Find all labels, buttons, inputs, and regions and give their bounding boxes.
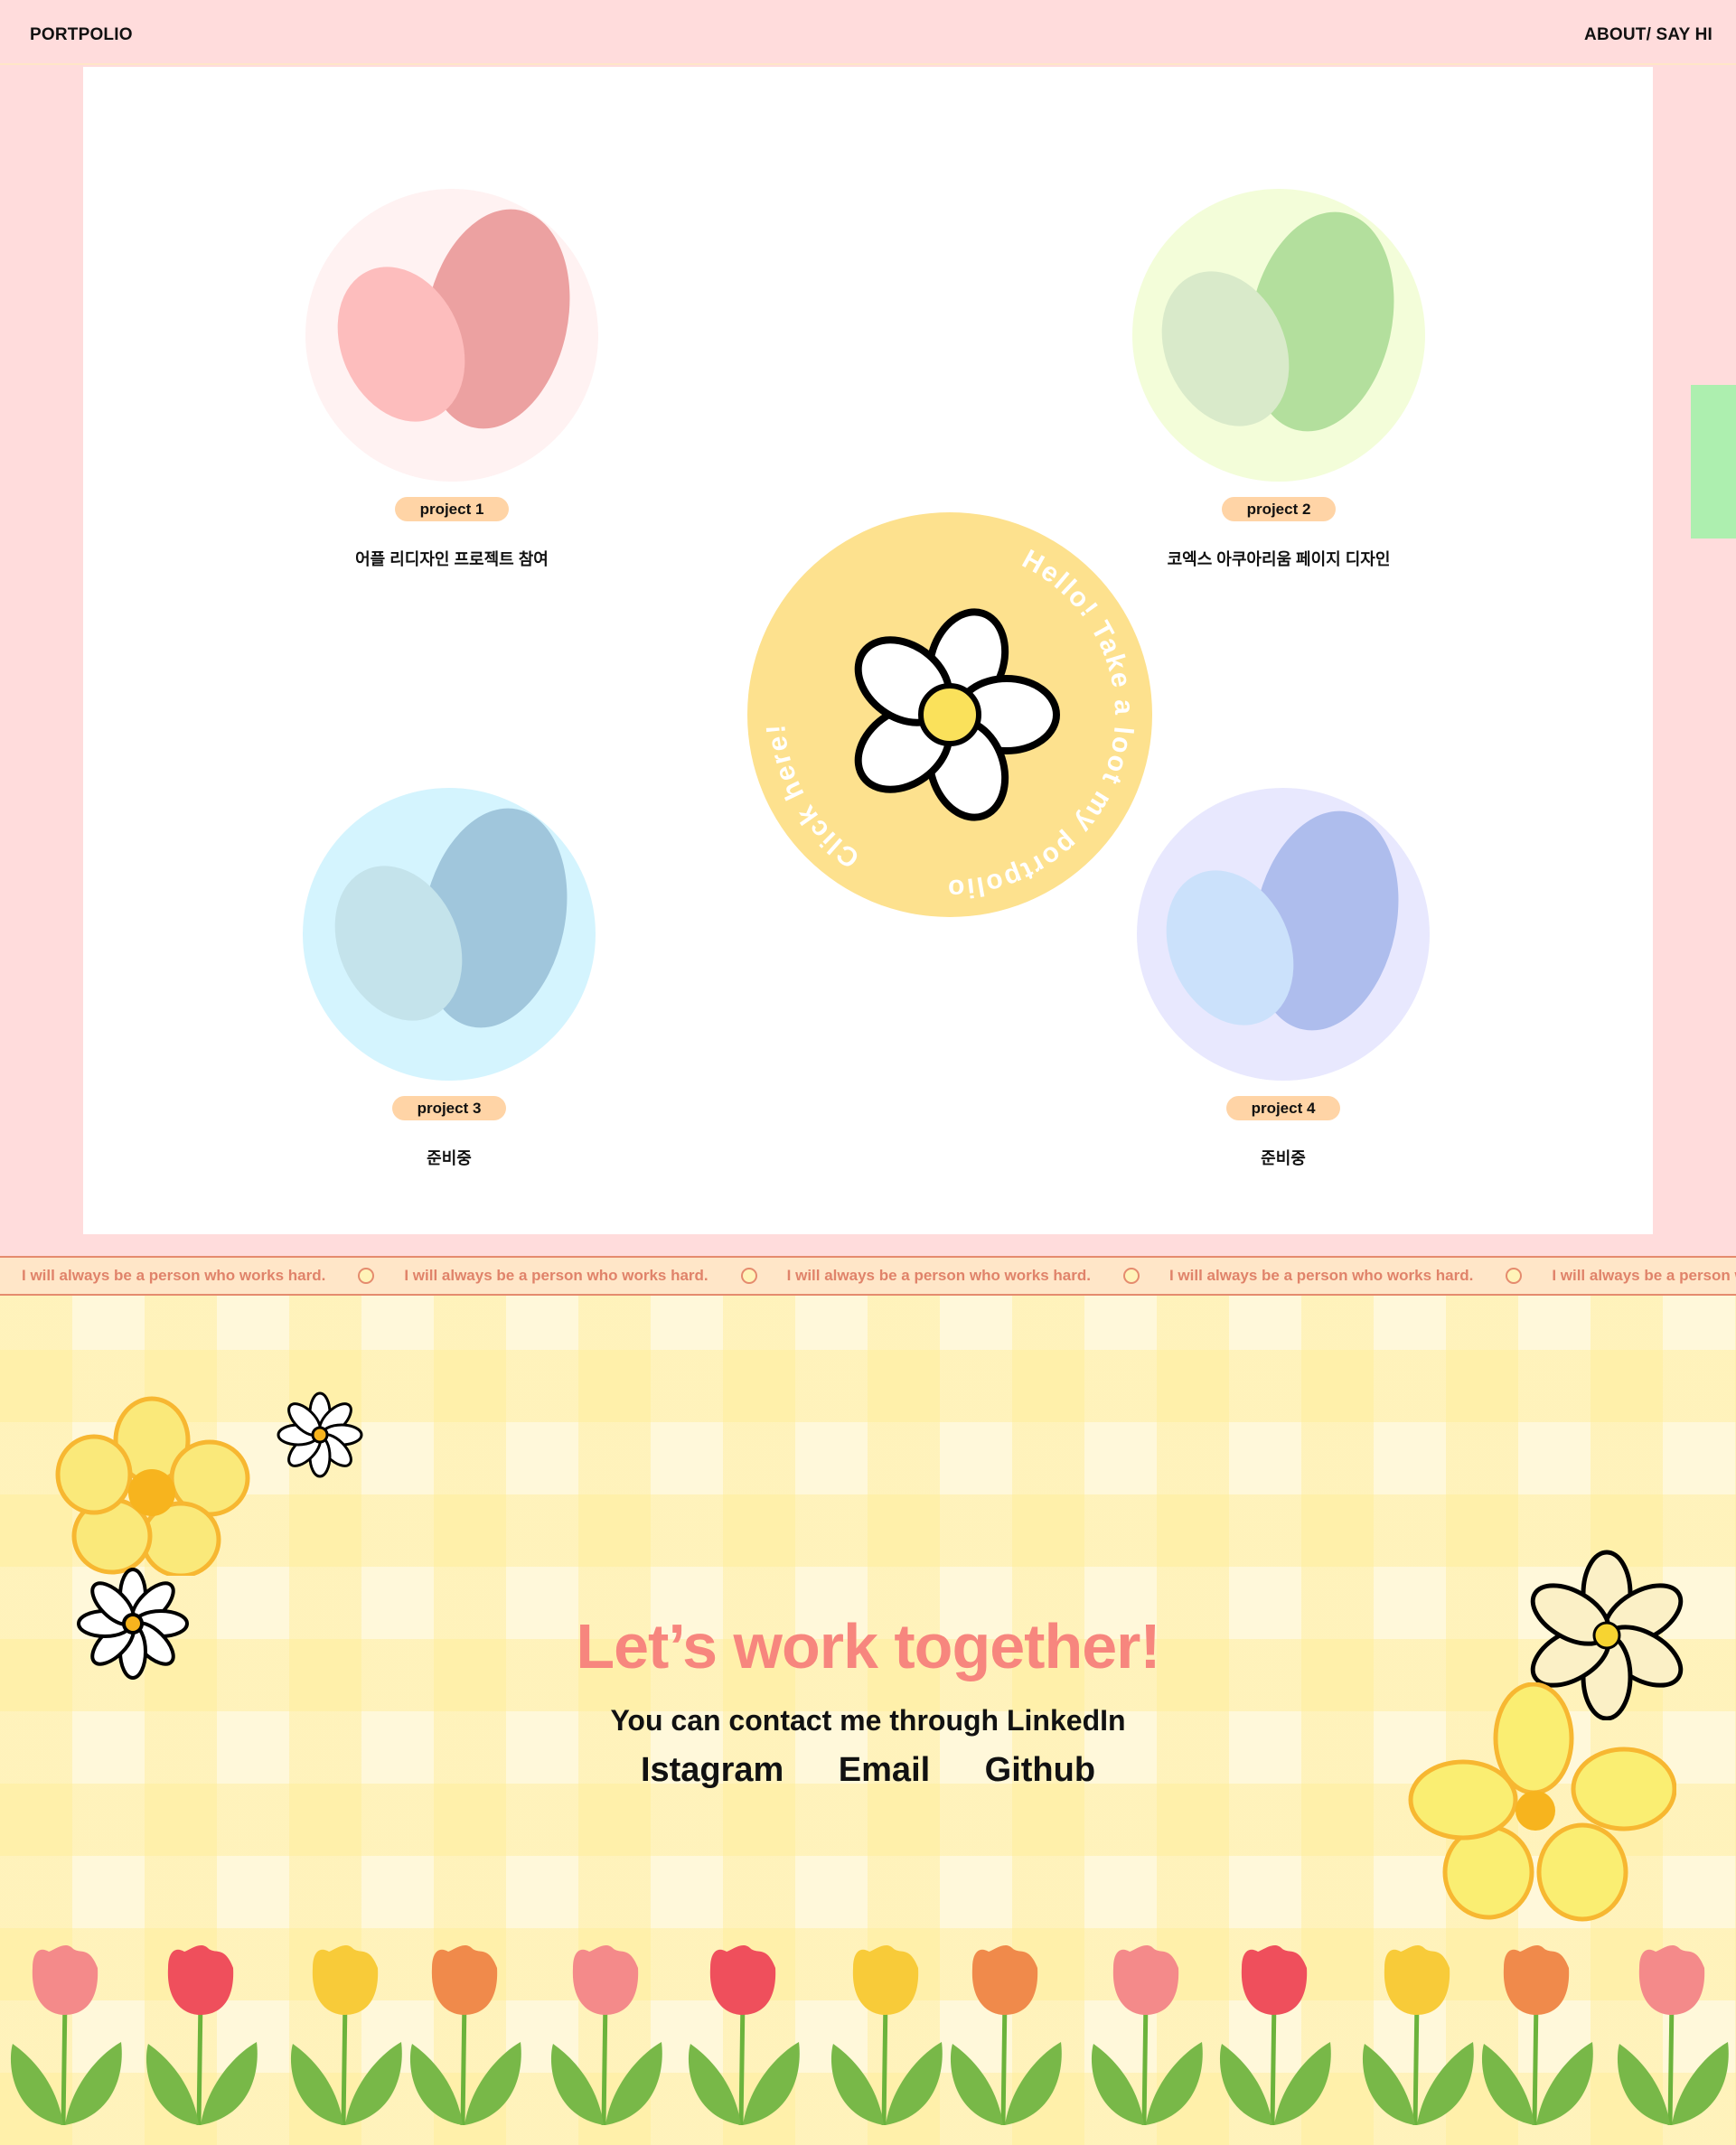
tulip-icon	[1091, 1944, 1203, 2126]
marquee-banner: I will always be a person who works hard…	[0, 1256, 1736, 1296]
contact-links: Istagram Email Github	[0, 1751, 1736, 1790]
marquee-text: I will always be a person who works hard…	[22, 1267, 326, 1284]
contact-title: Let’s work together!	[576, 1611, 1160, 1681]
project-1-label[interactable]: project 1	[394, 497, 510, 521]
marquee-text: I will always be a person who works hard…	[786, 1267, 1091, 1284]
brand-link[interactable]: PORTPOLIO	[30, 25, 133, 45]
project-card-3[interactable]: project 3 준비중	[300, 785, 598, 1169]
project-4-egg-icon	[1137, 788, 1430, 1081]
marquee-text: I will always be a person who works hard…	[404, 1267, 708, 1284]
project-card-1[interactable]: project 1 어플 리디자인 프로젝트 참여	[303, 186, 601, 570]
github-link[interactable]: Github	[985, 1751, 1095, 1790]
portfolio-badge-button[interactable]: Hello! Take a loot my portpolio Click he…	[746, 511, 1153, 918]
about-nav-link[interactable]: ABOUT/ SAY HI	[1584, 25, 1713, 45]
tulip-icon	[950, 1944, 1062, 2126]
email-link[interactable]: Email	[839, 1751, 930, 1790]
tulip-icon	[290, 1944, 402, 2126]
projects-panel: project 1 어플 리디자인 프로젝트 참여 project 2 코엑스 …	[83, 67, 1653, 1234]
project-2-label[interactable]: project 2	[1221, 497, 1337, 521]
tulip-icon	[1219, 1944, 1331, 2126]
tulip-icon	[688, 1944, 800, 2126]
contact-section: Let’s work together! You can contact me …	[0, 1296, 1736, 2145]
tulip-row	[0, 1944, 1736, 2145]
top-header: PORTPOLIO ABOUT/ SAY HI	[0, 0, 1736, 65]
circle-icon	[1506, 1268, 1523, 1284]
tulip-icon	[1362, 1944, 1474, 2126]
yellow-flower-icon	[55, 1396, 250, 1576]
tulip-icon	[409, 1944, 521, 2126]
project-1-description: 어플 리디자인 프로젝트 참여	[355, 550, 549, 568]
project-card-4[interactable]: project 4 준비중	[1134, 785, 1432, 1169]
project-4-description: 준비중	[1261, 1149, 1306, 1167]
project-1-egg-icon	[305, 189, 598, 482]
tulip-icon	[1617, 1944, 1729, 2126]
side-tab-button[interactable]	[1691, 385, 1736, 539]
project-card-2[interactable]: project 2 코엑스 아쿠아리움 페이지 디자인	[1130, 186, 1428, 570]
project-3-egg-icon	[303, 788, 596, 1081]
circle-icon	[358, 1268, 375, 1284]
tulip-icon	[1481, 1944, 1593, 2126]
project-3-label[interactable]: project 3	[391, 1096, 507, 1120]
marquee-text: I will always be a person who works hard…	[1168, 1267, 1474, 1284]
contact-subtitle: You can contact me through LinkedIn	[610, 1704, 1126, 1737]
instagram-link[interactable]: Istagram	[641, 1751, 784, 1790]
tulip-icon	[145, 1944, 258, 2126]
marquee-text: I will always be a person who works hard…	[1552, 1267, 1736, 1284]
project-2-description: 코엑스 아쿠아리움 페이지 디자인	[1167, 550, 1391, 568]
small-daisy-icon	[277, 1391, 363, 1478]
circle-icon	[1122, 1268, 1140, 1284]
project-2-egg-icon	[1132, 189, 1425, 482]
project-4-label[interactable]: project 4	[1225, 1096, 1341, 1120]
tulip-icon	[830, 1944, 943, 2126]
tulip-icon	[10, 1944, 122, 2126]
tulip-icon	[550, 1944, 662, 2126]
circle-icon	[740, 1268, 757, 1284]
project-3-description: 준비중	[427, 1149, 472, 1167]
